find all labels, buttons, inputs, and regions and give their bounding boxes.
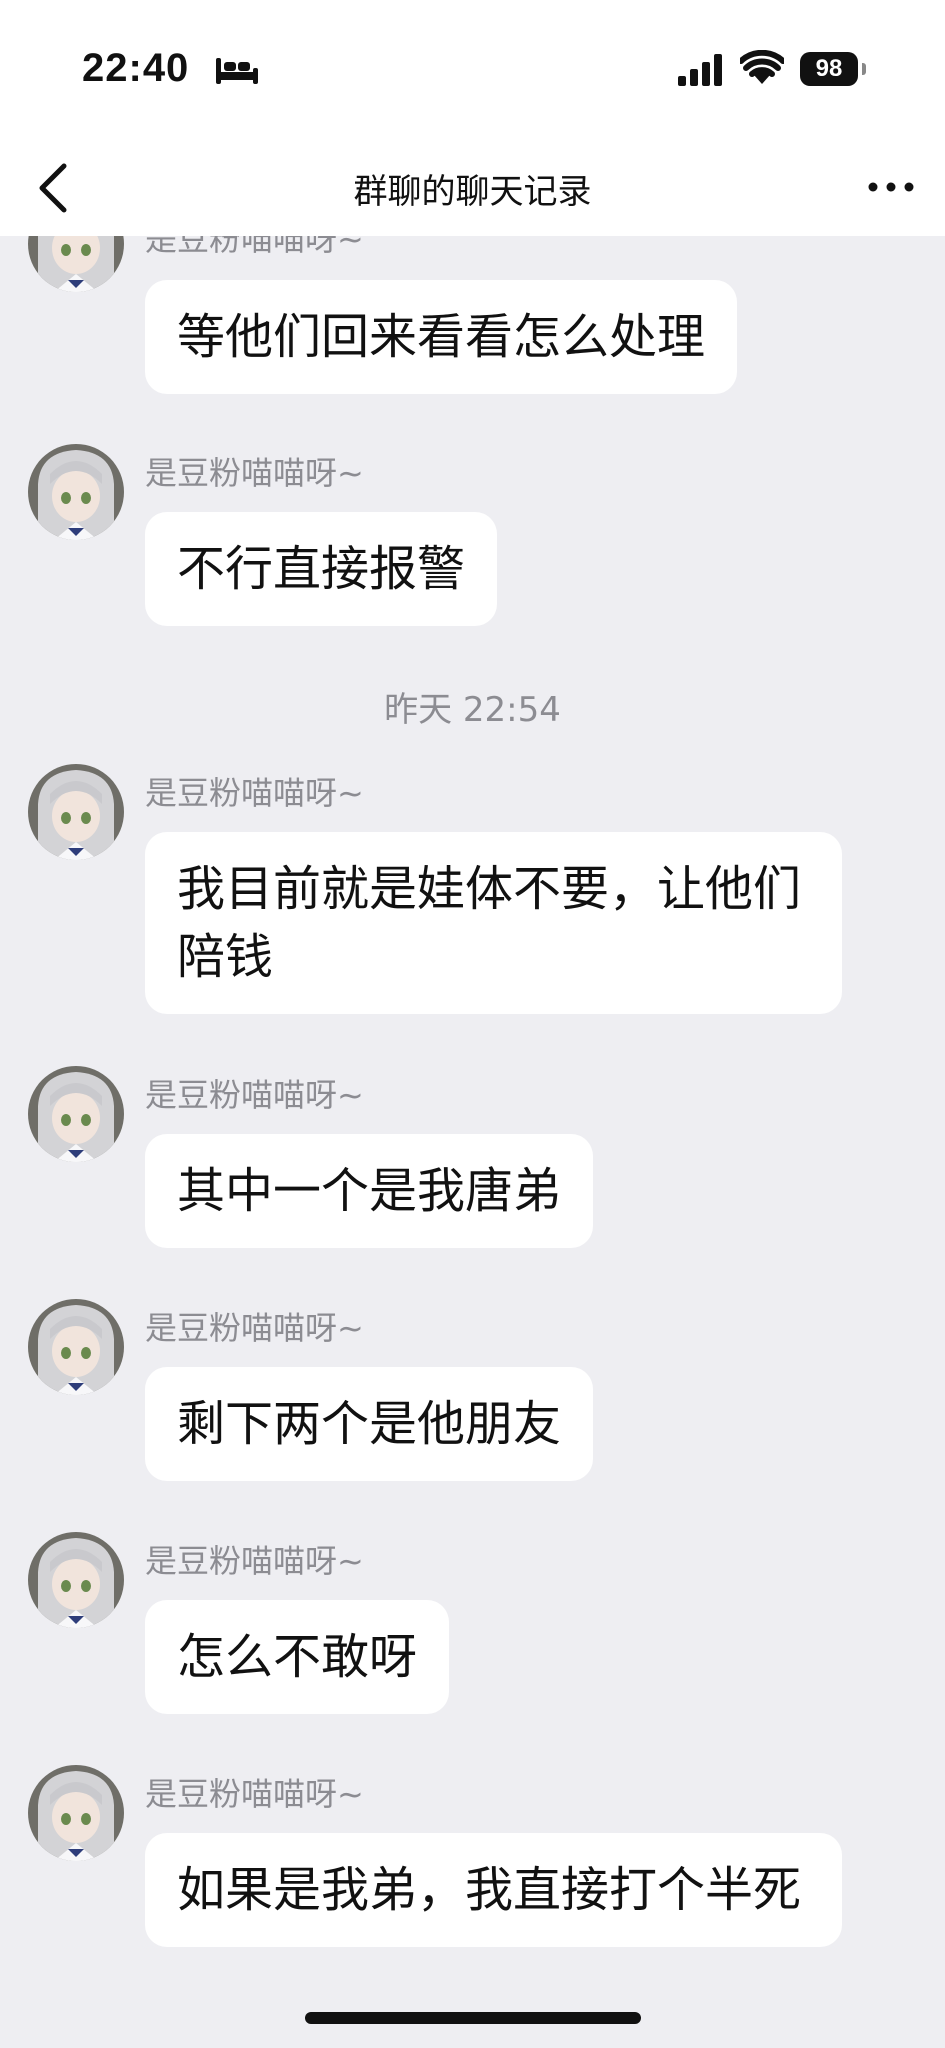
sender-name: 是豆粉喵喵呀~: [145, 236, 364, 258]
battery-nub: [862, 63, 866, 75]
message-bubble[interactable]: 剩下两个是他朋友: [145, 1367, 594, 1481]
page-title: 群聊的聊天记录: [353, 172, 592, 212]
avatar-image: [28, 444, 124, 540]
timestamp-divider: 昨天 22:54: [384, 690, 561, 730]
avatar[interactable]: [28, 444, 124, 540]
sender-name: 是豆粉喵喵呀~: [145, 1542, 364, 1580]
message-bubble[interactable]: 怎么不敢呀: [145, 1600, 450, 1714]
avatar[interactable]: [28, 764, 124, 860]
status-bar: 22:40 98: [0, 0, 945, 140]
avatar[interactable]: [28, 1765, 124, 1861]
message-bubble[interactable]: 其中一个是我唐弟: [145, 1134, 594, 1248]
chat-history[interactable]: 是豆粉喵喵呀~ 等他们回来看看怎么处理 是豆粉喵喵呀~ 不行直接报警 昨天 22…: [0, 236, 945, 2048]
avatar-image: [28, 1532, 124, 1628]
avatar-image: [28, 1299, 124, 1395]
sender-name: 是豆粉喵喵呀~: [145, 1775, 364, 1813]
wifi-icon: [740, 50, 784, 84]
bed-icon: [216, 58, 258, 84]
avatar[interactable]: [28, 1066, 124, 1162]
more-horizontal-icon[interactable]: [866, 180, 916, 194]
avatar-image: [28, 764, 124, 860]
sender-name: 是豆粉喵喵呀~: [145, 1076, 364, 1114]
avatar[interactable]: [28, 236, 124, 292]
status-time: 22:40: [82, 46, 190, 90]
avatar-image: [28, 1066, 124, 1162]
message-bubble[interactable]: 等他们回来看看怎么处理: [145, 280, 738, 394]
home-indicator[interactable]: [305, 2012, 641, 2024]
avatar[interactable]: [28, 1532, 124, 1628]
avatar-image: [28, 1765, 124, 1861]
chevron-left-icon[interactable]: [34, 158, 74, 218]
sender-name: 是豆粉喵喵呀~: [145, 454, 364, 492]
message-bubble[interactable]: 如果是我弟，我直接打个半死: [145, 1833, 842, 1947]
battery-icon: 98: [800, 52, 858, 86]
nav-bar: 群聊的聊天记录: [0, 140, 945, 236]
avatar[interactable]: [28, 1299, 124, 1395]
message-bubble[interactable]: 我目前就是娃体不要，让他们陪钱: [145, 832, 842, 1014]
signal-icon: [678, 54, 722, 86]
avatar-image: [28, 236, 124, 292]
message-bubble[interactable]: 不行直接报警: [145, 512, 498, 626]
sender-name: 是豆粉喵喵呀~: [145, 1309, 364, 1347]
sender-name: 是豆粉喵喵呀~: [145, 774, 364, 812]
